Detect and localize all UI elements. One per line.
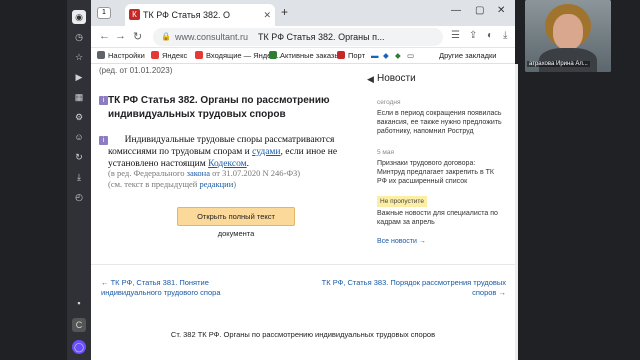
courts-link[interactable]: судами [252,147,280,157]
url-host: www.consultant.ru [175,32,249,42]
forward-icon[interactable]: → [115,30,126,42]
profile-icon[interactable]: ◐ [487,30,493,41]
article-marker-icon[interactable]: i [99,96,108,105]
bookmark-port[interactable]: Порт [337,51,365,60]
new-tab-icon[interactable]: + [281,5,288,19]
tab-bar: 1 К ТК РФ Статья 382. О ✕ + — ▢ ✕ [91,0,515,26]
share-icon[interactable]: ⇪ [469,30,477,41]
browser-window: 1 К ТК РФ Статья 382. О ✕ + — ▢ ✕ ← → ↻ … [91,0,515,360]
dont-miss-badge: Не пропустите [377,196,427,207]
prev-article-link[interactable]: ← ТК РФ, Статья 381. Понятие индивидуаль… [101,278,271,298]
note-text: (см. текст в предыдущей [108,179,200,189]
c-icon[interactable]: C [72,318,86,332]
participant-name: атрахова Ирина Ал... [527,61,590,67]
paragraph-marker-icon[interactable]: i [99,136,108,145]
tab-group-badge[interactable]: 1 [97,7,111,19]
vk-icon[interactable]: ◆ [383,51,389,60]
clock-icon[interactable]: ◴ [72,190,86,204]
history-icon[interactable]: ◷ [72,30,86,44]
browser-app-icon[interactable]: ◉ [72,10,86,24]
flag-icon[interactable]: ▬ [371,51,379,60]
bookmark-label: Яндекс [162,51,188,60]
note-text: ) [233,179,237,189]
bookmark-label: Активные заказы [280,51,340,60]
news-sidebar: ◀ Новости сегодня Если в период сокращен… [367,64,507,264]
consultant-favicon-icon: К [129,9,140,20]
footer-title: Ст. 382 ТК РФ. Органы по рассмотрению ин… [170,330,436,339]
all-news-link[interactable]: Все новости → [377,238,426,245]
address-bar: ← → ↻ 🔒 www.consultant.ru ТК РФ Статья 38… [91,26,515,48]
news-title: Новости [377,73,416,84]
bookmark-icon[interactable]: ☆ [72,50,86,64]
note-text: (в ред. Федерального [108,168,187,178]
close-tab-icon[interactable]: ✕ [263,4,271,26]
news-date: сегодня [377,99,401,106]
minimize-icon[interactable]: — [451,5,461,16]
divider [91,264,515,265]
lock-icon: 🔒 [161,32,171,41]
bookmarks-bar: Настройки Яндекс Входящие — Яндек... Акт… [91,48,515,64]
megaphone-icon: ◀ [367,74,374,84]
extra-icon[interactable]: ▪ [72,296,86,310]
folder-icon[interactable]: ▭ [407,51,414,60]
news-text: Если в период сокращения появилась вакан… [377,110,502,135]
news-item[interactable]: Не пропустите Важные новости для специал… [377,196,505,227]
person-face [553,14,583,50]
bookmark-label: Порт [348,51,366,60]
prev-article-label: ТК РФ, Статья 381. Понятие индивидуально… [101,278,221,297]
person-body [539,48,597,72]
reload-icon[interactable]: ↻ [133,30,142,43]
bookmark-mail[interactable]: Входящие — Яндек... [195,51,281,60]
leaf-icon[interactable]: ◆ [395,51,401,60]
mail-icon [195,51,203,59]
omnibox[interactable]: 🔒 www.consultant.ru ТК РФ Статья 382. Орг… [153,28,443,46]
news-item[interactable]: 5 мая Признаки трудового договора: Минтр… [377,148,505,186]
article-heading: ТК РФ Статья 382. Органы по рассмотрению… [108,95,330,120]
page-content: (ред. от 01.01.2023) i ТК РФ Статья 382.… [91,64,515,360]
download-icon[interactable]: ⤓ [72,170,86,184]
other-bookmarks[interactable]: Другие закладки [439,51,496,60]
alice-icon[interactable]: ◯ [72,340,86,354]
menu-icon[interactable]: ☰ [451,30,460,41]
user-icon[interactable]: ☺ [72,130,86,144]
bookmark-orders[interactable]: Активные заказы [269,51,340,60]
edition-note: (в ред. Федерального закона от 31.07.202… [108,168,338,190]
next-article-link[interactable]: ТК РФ, Статья 383. Порядок рассмотрения … [301,278,506,298]
bookmark-settings[interactable]: Настройки [97,51,145,60]
orders-icon [269,51,277,59]
bookmark-yandex[interactable]: Яндекс [151,51,187,60]
back-icon[interactable]: ← [99,30,110,42]
play-icon[interactable]: ▶ [72,70,86,84]
note-text: от 31.07.2020 N 246-ФЗ) [210,168,301,178]
refresh-icon[interactable]: ↻ [72,150,86,164]
news-text: Признаки трудового договора: Минтруд пре… [377,160,494,185]
app-rail: ◉ ◷ ☆ ▶ ▦ ⚙ ☺ ↻ ⤓ ◴ ▪ C ◯ [67,0,91,360]
close-window-icon[interactable]: ✕ [497,5,505,16]
video-thumbnail[interactable]: атрахова Ирина Ал... [525,0,611,72]
cutoff-text: (ред. от 01.01.2023) [99,66,173,75]
scrollbar[interactable] [515,64,518,360]
bookmark-label: Настройки [108,51,145,60]
edition-link[interactable]: редакции [199,179,233,189]
page-title-in-omnibox: ТК РФ Статья 382. Органы п... [258,32,385,42]
active-tab[interactable]: К ТК РФ Статья 382. О ✕ [125,4,275,26]
news-date: 5 мая [377,149,395,156]
port-icon [337,51,345,59]
yandex-icon [151,51,159,59]
download-icon[interactable]: ⤓ [503,30,507,41]
screen: ◉ ◷ ☆ ▶ ▦ ⚙ ☺ ↻ ⤓ ◴ ▪ C ◯ 1 К ТК РФ Стат… [0,0,640,360]
news-item[interactable]: сегодня Если в период сокращения появила… [377,98,505,136]
article-body: Индивидуальные трудовые споры рассматрив… [108,134,338,170]
tab-title: ТК РФ Статья 382. О [143,10,231,20]
gear-icon [97,51,105,59]
maximize-icon[interactable]: ▢ [475,5,484,16]
open-full-text-button[interactable]: Открыть полный текст документа [177,207,295,238]
law-link[interactable]: закона [187,168,210,178]
news-text: Важные новости для специалиста по кадрам… [377,210,498,226]
calendar-icon[interactable]: ▦ [72,90,86,104]
settings-icon[interactable]: ⚙ [72,110,86,124]
next-article-label: ТК РФ, Статья 383. Порядок рассмотрения … [321,278,506,297]
